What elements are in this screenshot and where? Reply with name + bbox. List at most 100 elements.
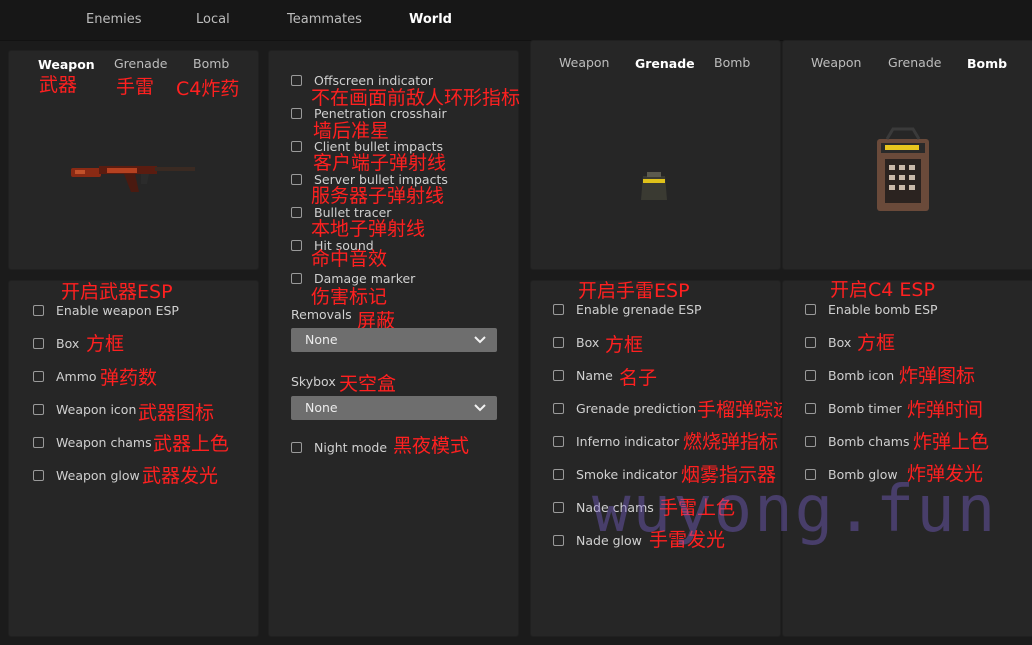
option-label: Ammo <box>56 368 97 384</box>
checkbox-box[interactable] <box>553 435 564 447</box>
checkbox-weapon-glow[interactable]: Weapon glow <box>33 467 140 483</box>
checkbox-box[interactable] <box>291 239 302 251</box>
subtab-bomb[interactable]: Bomb <box>967 56 1007 71</box>
subtab-bomb[interactable]: Bomb <box>714 55 750 70</box>
watermark: wuyong.fun <box>592 473 998 547</box>
checkbox-bomb-icon[interactable]: Bomb icon <box>805 367 894 383</box>
annotation-bomb-chams: 炸弹上色 <box>913 431 990 453</box>
option-label: Bomb timer <box>828 400 902 416</box>
bomb-options-panel: 开启C4 ESP Enable bomb ESP Box 方框 Bomb ico… <box>782 280 1032 637</box>
option-label: Enable bomb ESP <box>828 301 938 317</box>
subtab-weapon[interactable]: Weapon <box>811 55 861 70</box>
checkbox-box[interactable] <box>553 468 564 480</box>
checkbox-box[interactable] <box>553 534 564 546</box>
tab-enemies[interactable]: Enemies <box>86 12 142 27</box>
removals-label: Removals <box>291 307 352 322</box>
checkbox-box[interactable] <box>805 303 816 315</box>
tab-world[interactable]: World <box>409 12 452 27</box>
removals-select[interactable]: None <box>291 328 497 352</box>
world-options-panel: Offscreen indicator 不在画面前敌人环形指标 Penetrat… <box>268 50 520 637</box>
option-label: Weapon icon <box>56 401 137 417</box>
annotation-weapon-chams: 武器上色 <box>153 433 230 455</box>
option-label: Bomb icon <box>828 367 895 383</box>
checkbox-bomb-box[interactable]: Box <box>805 334 851 350</box>
checkbox-box[interactable] <box>291 272 302 284</box>
checkbox-box[interactable] <box>33 469 44 481</box>
option-label: Enable weapon ESP <box>56 302 179 318</box>
checkbox-box[interactable] <box>553 303 564 315</box>
top-tab-bar: Enemies Local Teammates World <box>0 0 1032 41</box>
subtab-weapon[interactable]: Weapon <box>38 57 95 72</box>
checkbox-inferno-indicator[interactable]: Inferno indicator <box>553 433 679 449</box>
checkbox-enable-bomb-esp[interactable]: Enable bomb ESP <box>805 301 938 317</box>
bomb-preview-panel: Weapon Grenade Bomb <box>782 40 1032 270</box>
checkbox-enable-weapon-esp[interactable]: Enable weapon ESP <box>33 302 179 318</box>
checkbox-night-mode[interactable]: Night mode <box>291 439 387 455</box>
checkbox-penetration-crosshair[interactable]: Penetration crosshair <box>291 105 447 121</box>
subtab-grenade[interactable]: Grenade <box>635 56 695 71</box>
skybox-select[interactable]: None <box>291 396 497 420</box>
checkbox-bomb-timer[interactable]: Bomb timer <box>805 400 902 416</box>
annotation-box: 方框 <box>86 333 125 355</box>
option-label: Weapon chams <box>56 434 152 450</box>
checkbox-box[interactable] <box>805 435 816 447</box>
checkbox-box[interactable] <box>291 107 302 119</box>
annotation-ammo: 弹药数 <box>100 367 158 389</box>
option-label: Inferno indicator <box>576 433 680 449</box>
checkbox-enable-grenade-esp[interactable]: Enable grenade ESP <box>553 301 702 317</box>
weapon-preview-panel: Weapon Grenade Bomb 武器 手雷 C4炸药 <box>8 50 259 270</box>
tab-local[interactable]: Local <box>196 12 230 27</box>
checkbox-box[interactable] <box>291 74 302 86</box>
annotation-skybox: 天空盒 <box>339 373 397 395</box>
checkbox-box[interactable] <box>553 369 564 381</box>
removals-value: None <box>305 332 338 347</box>
annotation-enable-bomb-esp: 开启C4 ESP <box>830 279 935 301</box>
annotation-bullet-tracer: 本地子弹射线 <box>311 218 426 240</box>
checkbox-grenade-prediction[interactable]: Grenade prediction <box>553 400 696 416</box>
annotation-bomb-icon: 炸弹图标 <box>899 365 976 387</box>
checkbox-damage-marker[interactable]: Damage marker <box>291 270 415 286</box>
weapon-options-panel: 开启武器ESP Enable weapon ESP Box 方框 Ammo 弹药… <box>8 280 259 637</box>
subtab-weapon[interactable]: Weapon <box>559 55 609 70</box>
checkbox-weapon-chams[interactable]: Weapon chams <box>33 434 152 450</box>
checkbox-box[interactable] <box>291 441 302 453</box>
annotation-grenade: 手雷 <box>116 76 155 98</box>
checkbox-box[interactable] <box>553 501 564 513</box>
checkbox-box[interactable] <box>291 206 302 218</box>
subtab-bomb[interactable]: Bomb <box>193 56 229 71</box>
grenade-icon <box>641 172 667 200</box>
tab-teammates[interactable]: Teammates <box>287 12 362 27</box>
subtab-grenade[interactable]: Grenade <box>888 55 941 70</box>
checkbox-grenade-name[interactable]: Name <box>553 367 613 383</box>
subtab-grenade[interactable]: Grenade <box>114 56 167 71</box>
grenade-options-panel: 开启手雷ESP Enable grenade ESP Box 方框 Name 名… <box>530 280 792 637</box>
checkbox-box[interactable] <box>33 436 44 448</box>
checkbox-weapon-icon[interactable]: Weapon icon <box>33 401 136 417</box>
annotation-hit-sound: 命中音效 <box>311 248 388 270</box>
checkbox-offscreen-indicator[interactable]: Offscreen indicator <box>291 72 433 88</box>
checkbox-bomb-chams[interactable]: Bomb chams <box>805 433 909 449</box>
checkbox-box[interactable] <box>291 140 302 152</box>
checkbox-box[interactable] <box>805 369 816 381</box>
checkbox-box[interactable] <box>805 336 816 348</box>
option-label: Weapon glow <box>56 467 140 483</box>
annotation-bomb-timer: 炸弹时间 <box>907 399 984 421</box>
checkbox-box[interactable] <box>805 402 816 414</box>
option-label: Box <box>828 334 852 350</box>
annotation-enable-grenade-esp: 开启手雷ESP <box>578 280 690 302</box>
checkbox-box[interactable] <box>33 337 44 349</box>
checkbox-box[interactable] <box>553 402 564 414</box>
checkbox-box[interactable] <box>291 173 302 185</box>
checkbox-ammo[interactable]: Ammo <box>33 368 97 384</box>
annotation-client-bullet-impacts: 客户端子弹射线 <box>313 152 447 174</box>
checkbox-grenade-box[interactable]: Box <box>553 334 599 350</box>
checkbox-box[interactable] <box>33 370 44 382</box>
annotation-damage-marker: 伤害标记 <box>311 286 388 308</box>
annotation-weapon-glow: 武器发光 <box>142 465 219 487</box>
grenade-preview-panel: Weapon Grenade Bomb <box>530 40 781 270</box>
chevron-down-icon <box>474 336 486 344</box>
checkbox-box[interactable] <box>553 336 564 348</box>
checkbox-weapon-box[interactable]: Box <box>33 335 79 351</box>
checkbox-box[interactable] <box>33 304 44 316</box>
checkbox-box[interactable] <box>33 403 44 415</box>
